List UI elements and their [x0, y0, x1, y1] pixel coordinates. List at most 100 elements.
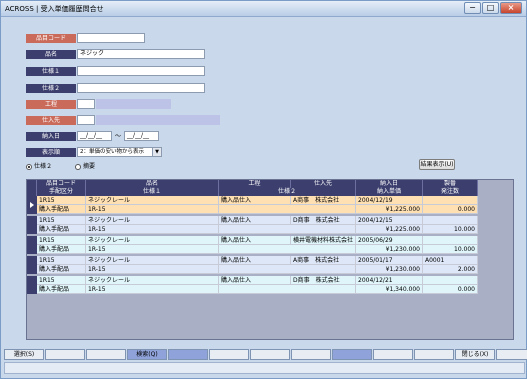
row-delivery-date: 2004/12/21: [356, 276, 423, 285]
item-name-label: 品名: [26, 50, 76, 59]
radio-spec2-label: 仕様２: [34, 163, 53, 170]
process-code-input[interactable]: [77, 99, 95, 109]
item-name-input[interactable]: ネジック: [77, 49, 205, 59]
row-item-code: 1R15: [37, 196, 86, 205]
item-code-label: 品目コード: [26, 34, 76, 43]
function-key-3[interactable]: [86, 349, 126, 360]
radio-remarks-indicator: [75, 163, 81, 170]
row-delivery-date: 2004/12/15: [356, 216, 423, 225]
row-supplier: 横井電機材料株式会社: [291, 236, 356, 245]
row-lot-number: A0001: [423, 256, 478, 265]
row-order-qty: 0.000: [423, 285, 478, 294]
function-key-4[interactable]: 検索(Q): [127, 349, 167, 360]
function-key-12[interactable]: 閉じる(X): [455, 349, 495, 360]
header-unit-price: 納入単価: [356, 188, 423, 196]
function-key-6[interactable]: [209, 349, 249, 360]
show-results-button[interactable]: 結果表示(U): [419, 159, 455, 170]
maximize-icon: □: [486, 3, 495, 12]
function-key-2[interactable]: [45, 349, 85, 360]
radio-spec2[interactable]: 仕様２: [26, 162, 52, 171]
row-item-name: ネジックレール: [86, 256, 219, 265]
radio-remarks-label: 摘要: [83, 163, 96, 170]
display-order-label: 表示順: [26, 148, 76, 157]
row-process: 購入品仕入: [219, 216, 291, 225]
row-order-type: 購入手配品: [37, 265, 86, 274]
supplier-code-input[interactable]: [77, 115, 95, 125]
table-row[interactable]: 1R15 ネジックレール 購入品仕入 横井電機材料株式会社 2005/06/29 購入手配…: [27, 236, 478, 254]
row-selector[interactable]: [27, 216, 37, 234]
function-key-8[interactable]: [291, 349, 331, 360]
row-unit-price: ¥1,225.000: [356, 205, 423, 214]
row-delivery-date: 2005/01/17: [356, 256, 423, 265]
row-spec1: 1R-15: [86, 285, 219, 294]
function-key-bar: 選択(S) 検索(Q) 閉じる(X): [4, 349, 527, 360]
table-row[interactable]: 1R15 ネジックレール 購入品仕入 A商事 株式会社 2004/12/19 購入手配品 1…: [27, 196, 478, 214]
row-item-name: ネジックレール: [86, 236, 219, 245]
row-order-qty: 10.000: [423, 245, 478, 254]
supplier-name-display: [96, 115, 220, 125]
row-unit-price: ¥1,225.000: [356, 225, 423, 234]
row-lot-number: [423, 196, 478, 205]
close-window-button[interactable]: ×: [500, 2, 522, 14]
minimize-button[interactable]: −: [464, 2, 481, 14]
display-order-select[interactable]: 2：単価の安い物から表示 ▼: [77, 147, 162, 157]
row-order-qty: 10.000: [423, 225, 478, 234]
radio-remarks[interactable]: 摘要: [75, 162, 95, 171]
item-code-input[interactable]: [77, 33, 145, 43]
process-name-display: [96, 99, 171, 109]
grid-corner: [27, 180, 37, 196]
row-lot-number: [423, 216, 478, 225]
row-supplier: A商事 株式会社: [291, 196, 356, 205]
row-item-code: 1R15: [37, 236, 86, 245]
row-item-name: ネジックレール: [86, 216, 219, 225]
table-row[interactable]: 1R15 ネジックレール 購入品仕入 D商事 株式会社 2004/12/21 購入手配品 1…: [27, 276, 478, 294]
row-selector[interactable]: [27, 256, 37, 274]
process-label: 工程: [26, 100, 76, 109]
function-key-10[interactable]: [373, 349, 413, 360]
status-bar: [4, 362, 525, 374]
row-item-code: 1R15: [37, 276, 86, 285]
row-process: 購入品仕入: [219, 256, 291, 265]
spec1-input[interactable]: [77, 66, 205, 76]
row-selector[interactable]: [27, 236, 37, 254]
function-key-11[interactable]: [414, 349, 454, 360]
row-spec1: 1R-15: [86, 225, 219, 234]
function-key-1[interactable]: 選択(S): [4, 349, 44, 360]
row-supplier: A商事 株式会社: [291, 256, 356, 265]
minimize-icon: −: [469, 3, 476, 12]
function-key-9[interactable]: [332, 349, 372, 360]
spec2-input[interactable]: [77, 83, 205, 93]
row-item-code: 1R15: [37, 216, 86, 225]
row-unit-price: ¥1,230.000: [356, 265, 423, 274]
table-row[interactable]: 1R15 ネジックレール 購入品仕入 D商事 株式会社 2004/12/15 購入手配品 1…: [27, 216, 478, 234]
header-spec1: 仕様１: [86, 188, 219, 196]
function-key-5[interactable]: [168, 349, 208, 360]
function-key-7[interactable]: [250, 349, 290, 360]
spec2-label: 仕様２: [26, 84, 76, 93]
table-row[interactable]: 1R15 ネジックレール 購入品仕入 A商事 株式会社 2005/01/17 A0001 購…: [27, 256, 478, 274]
row-delivery-date: 2005/06/29: [356, 236, 423, 245]
date-from-input[interactable]: __/__/__: [77, 131, 112, 141]
row-order-qty: 2.000: [423, 265, 478, 274]
date-to-input[interactable]: __/__/__: [124, 131, 159, 141]
row-unit-price: ¥1,340.000: [356, 285, 423, 294]
row-lot-number: [423, 276, 478, 285]
header-item-code: 品目コード: [37, 180, 86, 188]
maximize-button[interactable]: □: [482, 2, 499, 14]
function-key-13[interactable]: [496, 349, 527, 360]
row-spec2: [219, 245, 356, 254]
row-selector[interactable]: [27, 276, 37, 294]
row-process: 購入品仕入: [219, 236, 291, 245]
header-order-qty: 発注数: [423, 188, 478, 196]
row-selector[interactable]: [27, 196, 37, 214]
app-window: ACROSS | 受入単価履歴問合せ − □ × 品目コード 品名 ネジック 仕…: [0, 0, 527, 379]
row-order-type: 購入手配品: [37, 225, 86, 234]
header-spec2: 仕様２: [219, 188, 356, 196]
row-item-name: ネジックレール: [86, 196, 219, 205]
current-row-icon: [30, 202, 34, 208]
row-supplier: D商事 株式会社: [291, 276, 356, 285]
row-delivery-date: 2004/12/19: [356, 196, 423, 205]
row-process: 購入品仕入: [219, 276, 291, 285]
row-order-type: 購入手配品: [37, 245, 86, 254]
header-supplier: 仕入先: [291, 180, 356, 188]
